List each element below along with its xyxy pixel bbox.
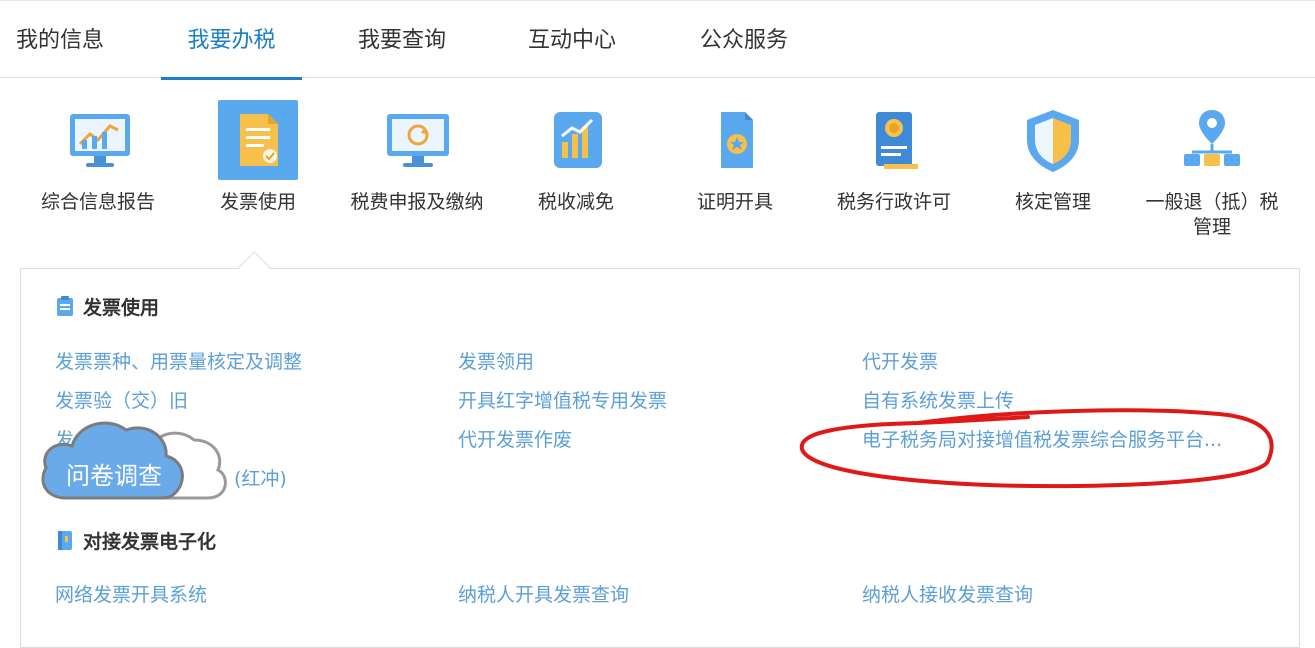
category-refund[interactable]: 一般退（抵）税管理 bbox=[1132, 100, 1292, 240]
section-title-e-invoice: 对接发票电子化 bbox=[55, 527, 216, 556]
category-admin-license[interactable]: 税务行政许可 bbox=[814, 100, 974, 215]
tab-interaction[interactable]: 互动中心 bbox=[510, 1, 634, 78]
tab-public-service[interactable]: 公众服务 bbox=[682, 1, 806, 78]
category-label: 税务行政许可 bbox=[836, 191, 951, 213]
tab-query[interactable]: 我要查询 bbox=[340, 1, 464, 78]
category-label: 证明开具 bbox=[696, 191, 773, 213]
tab-my-info[interactable]: 我的信息 bbox=[0, 1, 120, 78]
category-label: 一般退（抵）税管理 bbox=[1145, 191, 1279, 238]
category-info-report[interactable]: 综合信息报告 bbox=[18, 100, 178, 215]
link-issued-invoice-query[interactable]: 纳税人开具发票查询 bbox=[458, 580, 629, 607]
category-label: 综合信息报告 bbox=[40, 191, 155, 213]
category-label: 发票使用 bbox=[219, 191, 296, 213]
invoice-doc-icon bbox=[218, 100, 298, 180]
category-label: 核定管理 bbox=[1014, 191, 1091, 213]
location-network-icon bbox=[1172, 100, 1252, 180]
link-vat-platform[interactable]: 电子税务局对接增值税发票综合服务平台... bbox=[862, 425, 1222, 452]
link-invoice-type-adjust[interactable]: 发票票种、用票量核定及调整 bbox=[55, 347, 302, 374]
category-invoice-use[interactable]: 发票使用 bbox=[178, 100, 338, 215]
link-red-offset[interactable]: (红冲) bbox=[234, 464, 287, 491]
book-icon bbox=[55, 529, 75, 556]
certificate-doc-icon bbox=[695, 100, 775, 180]
link-invoice-claim[interactable]: 发票领用 bbox=[458, 347, 534, 374]
monitor-chart-icon bbox=[58, 100, 138, 180]
category-tax-relief[interactable]: 税收减免 bbox=[496, 100, 656, 215]
link-agent-invoice-void[interactable]: 代开发票作废 bbox=[458, 425, 572, 452]
section-title-invoice-use: 发票使用 bbox=[55, 293, 159, 322]
category-tax-declare[interactable]: 税费申报及缴纳 bbox=[337, 100, 497, 215]
category-label: 税收减免 bbox=[537, 191, 614, 213]
clipboard-icon bbox=[55, 295, 75, 322]
category-label: 税费申报及缴纳 bbox=[350, 191, 484, 213]
link-agent-invoice[interactable]: 代开发票 bbox=[862, 347, 938, 374]
link-own-system-upload[interactable]: 自有系统发票上传 bbox=[862, 386, 1014, 413]
monitor-refresh-icon bbox=[377, 100, 457, 180]
survey-float-button[interactable]: 问卷调查 bbox=[38, 410, 238, 505]
link-network-invoice-system[interactable]: 网络发票开具系统 bbox=[55, 580, 207, 607]
shield-icon bbox=[1013, 100, 1093, 180]
category-certificate[interactable]: 证明开具 bbox=[655, 100, 815, 215]
top-nav: 我的信息 我要办税 我要查询 互动中心 公众服务 bbox=[0, 0, 1315, 80]
category-assessment[interactable]: 核定管理 bbox=[973, 100, 1133, 215]
link-invoice-check-old[interactable]: 发票验（交）旧 bbox=[55, 386, 188, 413]
link-received-invoice-query[interactable]: 纳税人接收发票查询 bbox=[862, 580, 1033, 607]
tab-tax-handling[interactable]: 我要办税 bbox=[161, 1, 302, 80]
link-red-vat-invoice[interactable]: 开具红字增值税专用发票 bbox=[458, 386, 667, 413]
survey-label: 问卷调查 bbox=[66, 462, 162, 490]
bar-chart-icon bbox=[536, 100, 616, 180]
license-award-icon bbox=[854, 100, 934, 180]
